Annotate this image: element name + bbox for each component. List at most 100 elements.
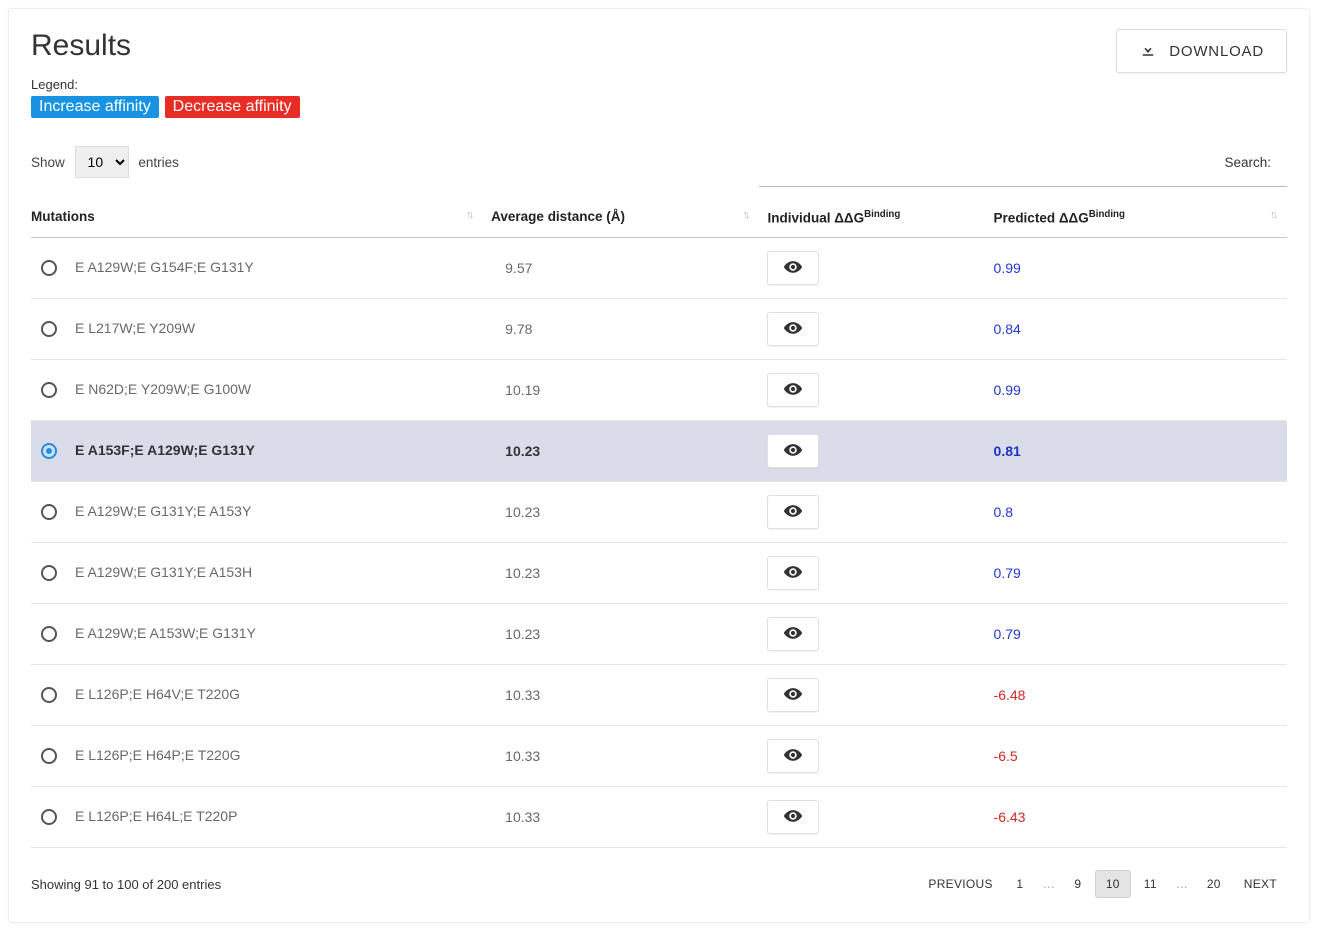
eye-icon [783, 501, 803, 524]
predicted-ddg-cell: -6.43 [994, 809, 1026, 825]
eye-icon [783, 623, 803, 646]
mutations-cell: E A129W;E G131Y;E A153Y [75, 503, 251, 519]
table-row[interactable]: E A129W;E G154F;E G131Y 9.57 0.99 [31, 238, 1287, 299]
eye-icon [783, 562, 803, 585]
mutations-cell: E L126P;E H64P;E T220G [75, 747, 241, 763]
show-label: Show [31, 155, 65, 170]
avg-distance-cell: 10.23 [483, 543, 759, 604]
mutations-cell: E A129W;E G154F;E G131Y [75, 259, 254, 275]
mutations-cell: E A129W;E A153W;E G131Y [75, 625, 256, 641]
mutations-cell: E N62D;E Y209W;E G100W [75, 381, 251, 397]
avg-distance-cell: 10.19 [483, 360, 759, 421]
view-button[interactable] [767, 373, 819, 407]
table-row[interactable]: E L217W;E Y209W 9.78 0.84 [31, 299, 1287, 360]
view-button[interactable] [767, 495, 819, 529]
eye-icon [783, 257, 803, 280]
predicted-ddg-cell: 0.79 [994, 626, 1021, 642]
row-radio[interactable] [41, 626, 57, 642]
view-button[interactable] [767, 739, 819, 773]
eye-icon [783, 806, 803, 829]
download-button[interactable]: DOWNLOAD [1116, 29, 1287, 73]
results-table: Mutations ↑↓ Average distance (Å) ↑↓ Ind… [31, 186, 1287, 848]
legend-decrease-badge: Decrease affinity [165, 96, 300, 118]
table-row[interactable]: E A129W;E G131Y;E A153H 10.23 0.79 [31, 543, 1287, 604]
row-radio[interactable] [41, 748, 57, 764]
col-predicted-ddg[interactable]: Predicted ΔΔGBinding ↑↓ [986, 193, 1287, 238]
avg-distance-cell: 10.23 [483, 604, 759, 665]
pager-ellipsis: … [1170, 871, 1194, 897]
legend-increase-badge: Increase affinity [31, 96, 159, 118]
avg-distance-cell: 10.33 [483, 726, 759, 787]
table-row[interactable]: E A129W;E A153W;E G131Y 10.23 0.79 [31, 604, 1287, 665]
row-radio[interactable] [41, 382, 57, 398]
predicted-ddg-cell: 0.79 [994, 565, 1021, 581]
view-button[interactable] [767, 556, 819, 590]
predicted-ddg-cell: 0.8 [994, 504, 1013, 520]
table-row[interactable]: E L126P;E H64L;E T220P 10.33 -6.43 [31, 787, 1287, 848]
view-button[interactable] [767, 251, 819, 285]
mutations-cell: E A153F;E A129W;E G131Y [75, 442, 255, 458]
view-button[interactable] [767, 434, 819, 468]
row-radio[interactable] [41, 687, 57, 703]
sort-icon: ↑↓ [742, 209, 747, 221]
search-label: Search: [1224, 155, 1287, 170]
avg-distance-cell: 9.78 [483, 299, 759, 360]
sort-icon: ↑↓ [1270, 209, 1275, 221]
avg-distance-cell: 10.23 [483, 421, 759, 482]
view-button[interactable] [767, 312, 819, 346]
col-mutations[interactable]: Mutations ↑↓ [31, 193, 483, 238]
download-icon [1139, 40, 1157, 62]
mutations-cell: E L126P;E H64L;E T220P [75, 808, 237, 824]
page-size-select[interactable]: 10 [75, 146, 129, 178]
table-row[interactable]: E L126P;E H64V;E T220G 10.33 -6.48 [31, 665, 1287, 726]
row-radio[interactable] [41, 321, 57, 337]
eye-icon [783, 318, 803, 341]
pager-page-10[interactable]: 10 [1095, 870, 1131, 898]
avg-distance-cell: 10.23 [483, 482, 759, 543]
col-individual-ddg[interactable]: Individual ΔΔGBinding [759, 193, 985, 238]
pager-page-1[interactable]: 1 [1006, 871, 1034, 897]
predicted-ddg-cell: -6.48 [994, 687, 1026, 703]
pager-page-11[interactable]: 11 [1134, 871, 1167, 897]
avg-distance-cell: 9.57 [483, 238, 759, 299]
table-info: Showing 91 to 100 of 200 entries [31, 877, 221, 892]
eye-icon [783, 379, 803, 402]
pager-previous[interactable]: PREVIOUS [918, 871, 1002, 897]
mutations-cell: E A129W;E G131Y;E A153H [75, 564, 252, 580]
view-button[interactable] [767, 617, 819, 651]
table-row[interactable]: E L126P;E H64P;E T220G 10.33 -6.5 [31, 726, 1287, 787]
predicted-ddg-cell: -6.5 [994, 748, 1018, 764]
legend-label: Legend: [31, 77, 302, 92]
row-radio[interactable] [41, 443, 57, 459]
pager-ellipsis: … [1037, 871, 1061, 897]
results-panel: Results Legend: Increase affinity Decrea… [8, 8, 1310, 923]
pager-page-9[interactable]: 9 [1064, 871, 1092, 897]
pager-page-20[interactable]: 20 [1197, 871, 1231, 897]
eye-icon [783, 745, 803, 768]
row-radio[interactable] [41, 565, 57, 581]
view-button[interactable] [767, 678, 819, 712]
view-button[interactable] [767, 800, 819, 834]
predicted-ddg-cell: 0.81 [994, 443, 1021, 459]
avg-distance-cell: 10.33 [483, 665, 759, 726]
pager-next[interactable]: NEXT [1234, 871, 1287, 897]
mutations-cell: E L217W;E Y209W [75, 320, 195, 336]
entries-label: entries [138, 155, 179, 170]
eye-icon [783, 684, 803, 707]
predicted-ddg-cell: 0.84 [994, 321, 1021, 337]
table-row[interactable]: E N62D;E Y209W;E G100W 10.19 0.99 [31, 360, 1287, 421]
mutations-cell: E L126P;E H64V;E T220G [75, 686, 240, 702]
avg-distance-cell: 10.33 [483, 787, 759, 848]
predicted-ddg-cell: 0.99 [994, 260, 1021, 276]
eye-icon [783, 440, 803, 463]
predicted-ddg-cell: 0.99 [994, 382, 1021, 398]
row-radio[interactable] [41, 504, 57, 520]
pagination: PREVIOUS1…91011…20NEXT [918, 870, 1287, 898]
table-row[interactable]: E A153F;E A129W;E G131Y 10.23 0.81 [31, 421, 1287, 482]
col-avg-distance[interactable]: Average distance (Å) ↑↓ [483, 193, 759, 238]
sort-icon: ↑↓ [466, 209, 471, 221]
table-row[interactable]: E A129W;E G131Y;E A153Y 10.23 0.8 [31, 482, 1287, 543]
row-radio[interactable] [41, 260, 57, 276]
download-button-label: DOWNLOAD [1169, 43, 1264, 60]
entries-control: Show 10 entries [31, 146, 179, 178]
